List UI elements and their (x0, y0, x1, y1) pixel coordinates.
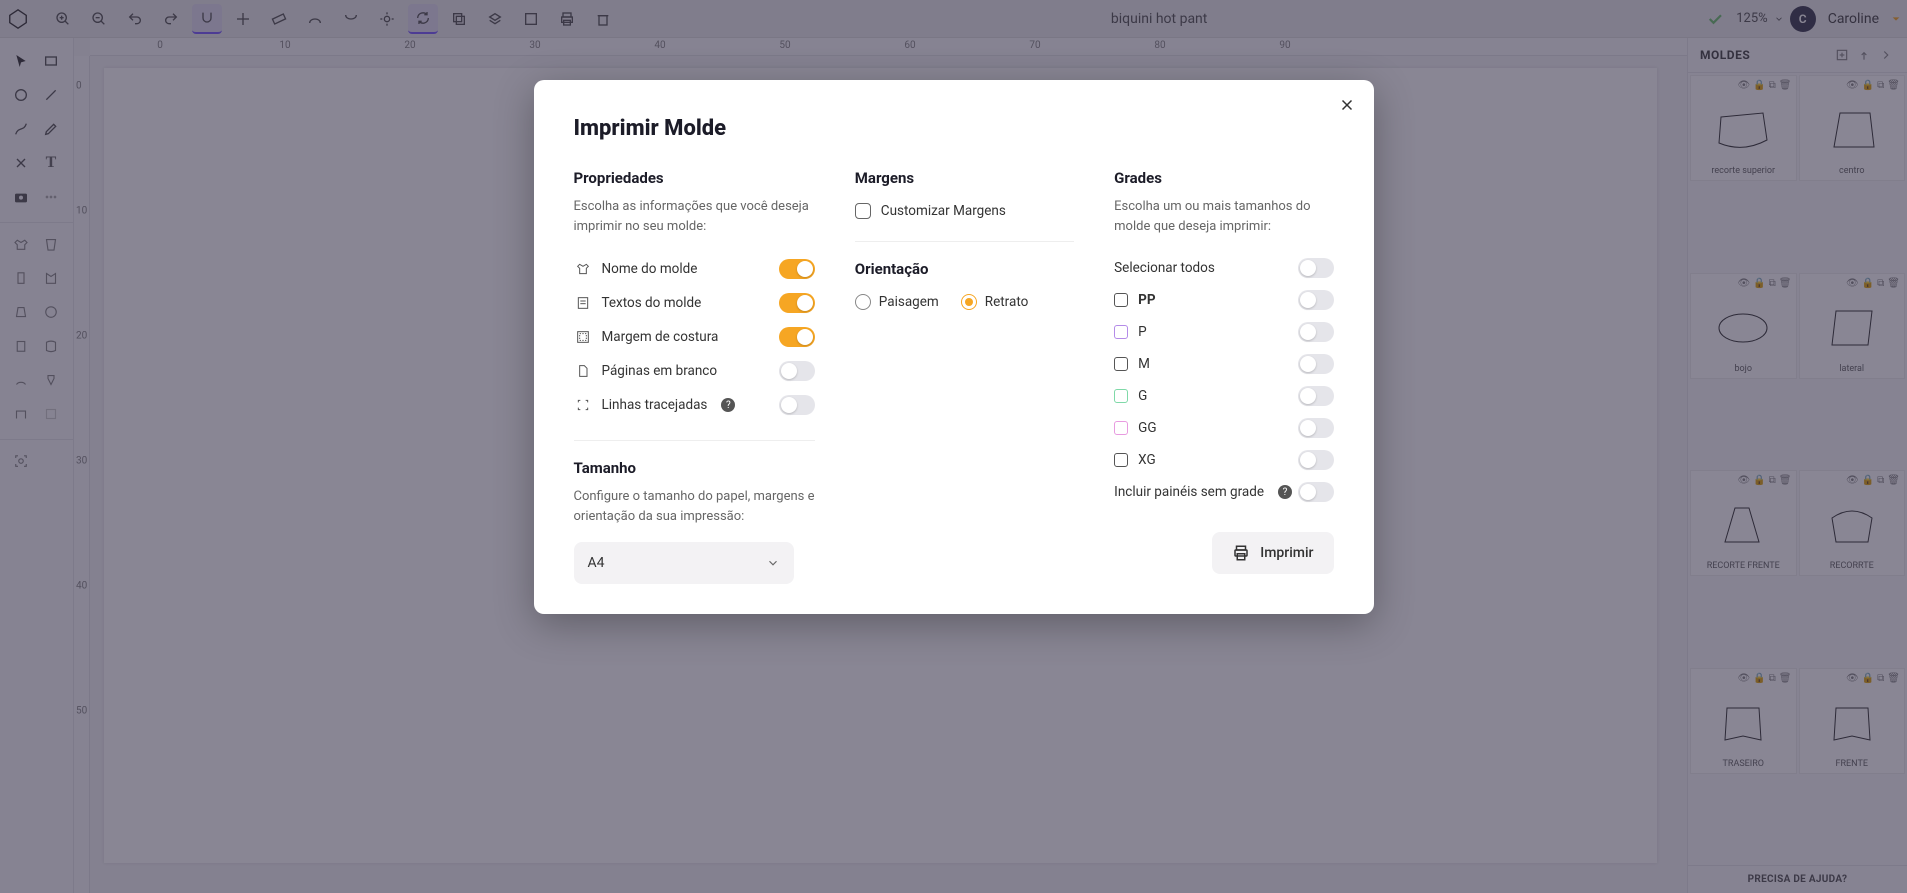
orientation-landscape-radio[interactable]: Paisagem (855, 294, 939, 310)
grade-toggle[interactable] (1298, 450, 1334, 470)
property-toggle[interactable] (779, 327, 815, 347)
print-button[interactable]: Imprimir (1212, 532, 1333, 574)
property-toggle[interactable] (779, 395, 815, 415)
help-icon[interactable]: ? (1278, 485, 1292, 499)
grade-toggle[interactable] (1298, 386, 1334, 406)
props-desc: Escolha as informações que você deseja i… (574, 197, 815, 236)
property-label: Linhas tracejadas (602, 397, 708, 413)
grade-label: P (1138, 324, 1147, 340)
modal-overlay: Imprimir Molde Propriedades Escolha as i… (0, 0, 1907, 893)
grades-heading: Grades (1114, 169, 1333, 187)
grade-toggle[interactable] (1298, 322, 1334, 342)
orientation-portrait-radio[interactable]: Retrato (961, 294, 1029, 310)
grade-swatch (1114, 325, 1128, 339)
print-button-label: Imprimir (1260, 545, 1313, 561)
grade-toggle[interactable] (1298, 354, 1334, 374)
grade-row[interactable]: GG (1114, 412, 1333, 444)
grade-label: GG (1138, 420, 1156, 436)
property-icon (574, 294, 592, 312)
grade-swatch (1114, 421, 1128, 435)
property-toggle[interactable] (779, 361, 815, 381)
include-no-grade-row[interactable]: Incluir painéis sem grade? (1114, 476, 1333, 508)
include-no-grade-toggle[interactable] (1298, 482, 1334, 502)
margins-heading: Margens (855, 169, 1074, 187)
grade-row[interactable]: XG (1114, 444, 1333, 476)
grade-swatch (1114, 293, 1128, 307)
radio-icon (961, 294, 977, 310)
grade-row[interactable]: PP (1114, 284, 1333, 316)
paper-size-value: A4 (588, 555, 605, 571)
grade-label: PP (1138, 292, 1155, 308)
property-icon (574, 260, 592, 278)
property-toggle[interactable] (779, 259, 815, 279)
grade-label: M (1138, 356, 1150, 372)
close-button[interactable] (1338, 96, 1356, 114)
customize-margins-label: Customizar Margens (881, 203, 1006, 219)
grade-toggle[interactable] (1298, 418, 1334, 438)
property-row: Linhas tracejadas ? (574, 388, 815, 422)
property-label: Margem de costura (602, 329, 719, 345)
close-icon (1338, 96, 1356, 114)
property-icon (574, 396, 592, 414)
property-label: Textos do molde (602, 295, 702, 311)
grade-row[interactable]: P (1114, 316, 1333, 348)
grade-label: XG (1138, 452, 1156, 468)
property-row: Textos do molde (574, 286, 815, 320)
property-label: Nome do molde (602, 261, 698, 277)
property-icon (574, 328, 592, 346)
print-modal: Imprimir Molde Propriedades Escolha as i… (534, 80, 1374, 614)
chevron-down-icon (766, 556, 780, 570)
property-label: Páginas em branco (602, 363, 718, 379)
select-all-toggle[interactable] (1298, 258, 1334, 278)
radio-icon (855, 294, 871, 310)
grades-desc: Escolha um ou mais tamanhos do molde que… (1114, 197, 1333, 236)
landscape-label: Paisagem (879, 294, 939, 310)
paper-size-select[interactable]: A4 (574, 542, 794, 584)
grade-swatch (1114, 389, 1128, 403)
grade-swatch (1114, 357, 1128, 371)
orientation-heading: Orientação (855, 260, 1074, 278)
select-all-row[interactable]: Selecionar todos (1114, 252, 1333, 284)
grade-row[interactable]: M (1114, 348, 1333, 380)
printer-icon (1232, 544, 1250, 562)
property-row: Margem de costura (574, 320, 815, 354)
props-heading: Propriedades (574, 169, 815, 187)
property-row: Páginas em branco (574, 354, 815, 388)
property-toggle[interactable] (779, 293, 815, 313)
help-icon[interactable]: ? (721, 398, 735, 412)
select-all-label: Selecionar todos (1114, 260, 1215, 276)
modal-title: Imprimir Molde (574, 116, 1334, 141)
property-icon (574, 362, 592, 380)
customize-margins-checkbox[interactable]: Customizar Margens (855, 199, 1074, 223)
include-no-grade-label: Incluir painéis sem grade (1114, 484, 1264, 500)
portrait-label: Retrato (985, 294, 1029, 310)
grade-swatch (1114, 453, 1128, 467)
size-desc: Configure o tamanho do papel, margens e … (574, 487, 815, 526)
grade-label: G (1138, 388, 1147, 404)
checkbox-icon (855, 203, 871, 219)
grade-row[interactable]: G (1114, 380, 1333, 412)
property-row: Nome do molde (574, 252, 815, 286)
grade-toggle[interactable] (1298, 290, 1334, 310)
size-heading: Tamanho (574, 459, 815, 477)
